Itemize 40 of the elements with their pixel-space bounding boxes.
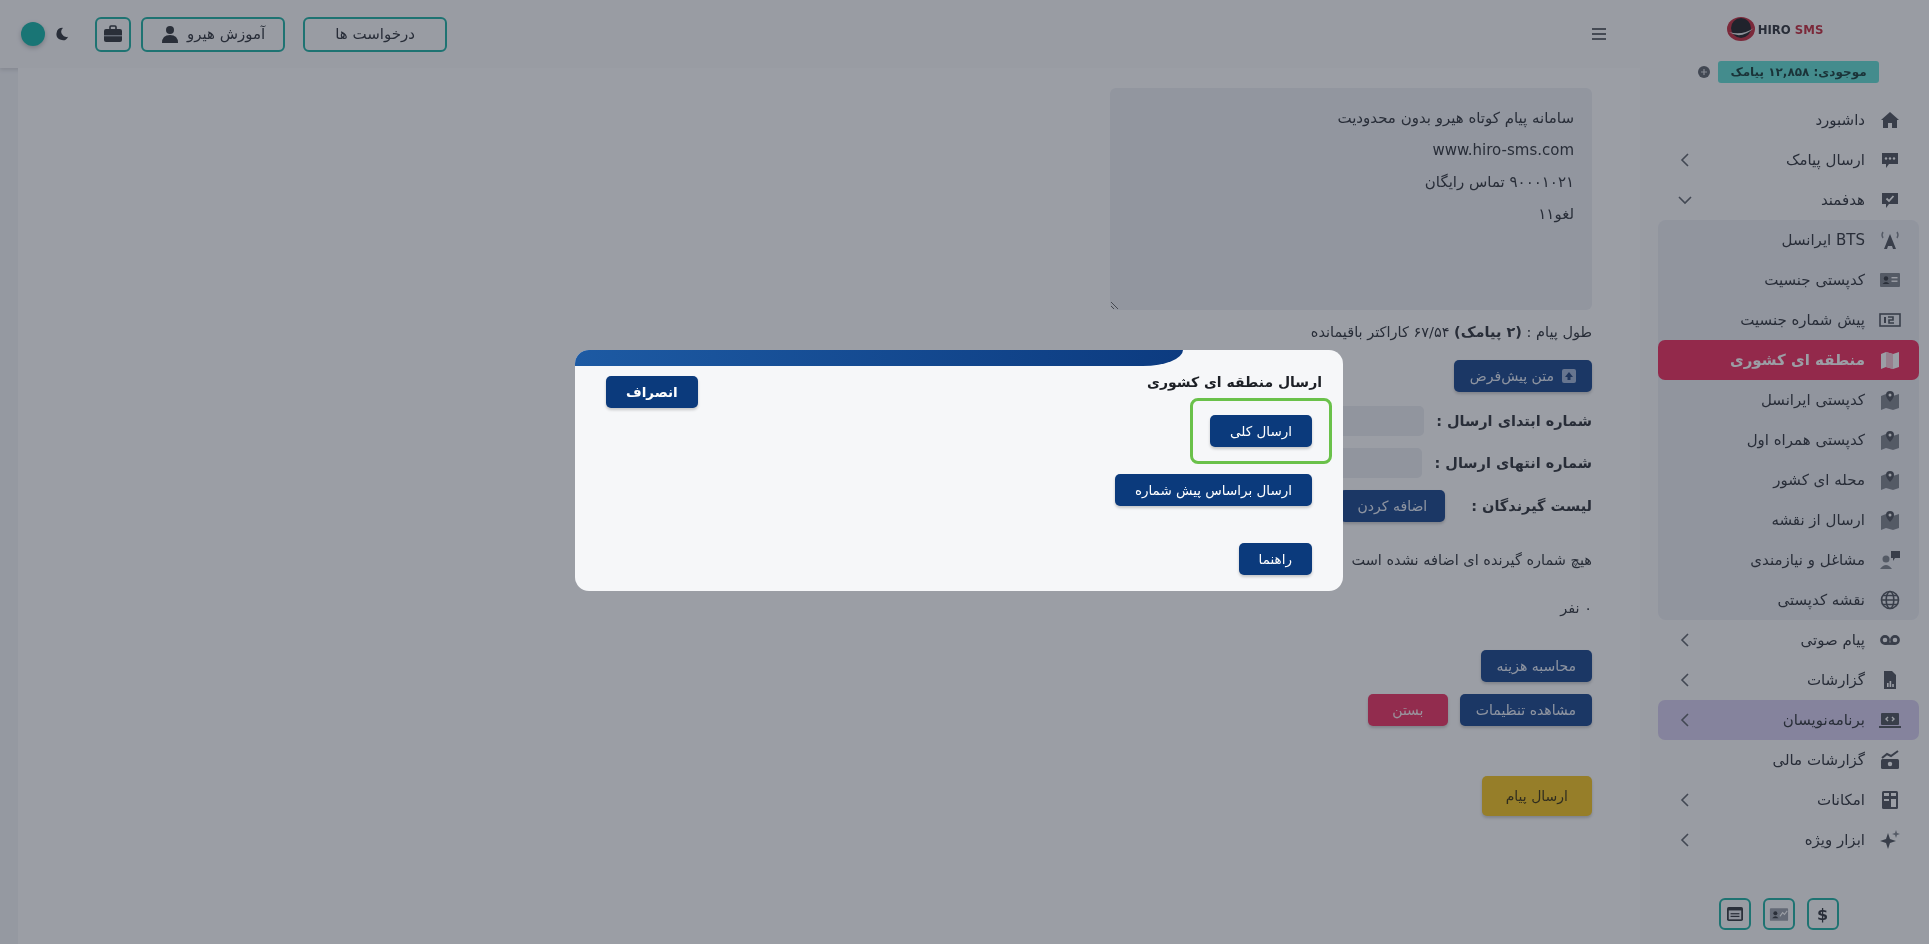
sidebar-item[interactable]: برنامه‌نویسان [1658,700,1919,740]
sidebar-item[interactable]: ابزار ویژه [1658,820,1919,860]
sidebar-item[interactable]: مشاغل و نیازمندی [1658,540,1919,580]
action-button[interactable]: محاسبه هزینه [1480,650,1592,682]
sidebar-item[interactable]: ارسال از نقشه [1658,500,1919,540]
sidebar-item[interactable]: گزارشات [1658,660,1919,700]
sidebar-item[interactable]: پیش شماره جنسیت [1658,300,1919,340]
recipient-count: ۰ نفر [1560,600,1592,616]
action-button[interactable]: مشاهده تنظیمات [1459,694,1592,726]
sidebar-item[interactable]: پیام صوتی [1658,620,1919,660]
sidebar-item[interactable]: کدپستی ایرانسل [1658,380,1919,420]
sidebar-item[interactable]: گزارشات مالی [1658,740,1919,780]
message-length-text: طول پیام : (۲ پیامک) ۶۷/۵۴ کاراکتر باقیمانده [1310,324,1592,340]
logo-text: HIRO SMS [1757,21,1824,37]
requests-button[interactable]: درخواست ها [303,16,447,52]
option-button[interactable]: ارسال کلی [1210,415,1312,447]
empty-recipients-text: هیچ شماره گیرنده ای اضافه نشده است [1351,552,1592,568]
field-label: شماره انتهای ارسال : [1434,455,1592,471]
tutorial-button[interactable]: آموزش هیرو [141,16,286,52]
sidebar-item[interactable]: نقشه کدپستی [1658,580,1919,620]
sidebar-item[interactable]: امکانات [1658,780,1919,820]
sidebar-item[interactable]: منطقه ای کشوری [1658,340,1919,380]
sidebar-item[interactable]: کدپستی همراه اول [1658,420,1919,460]
recipients-label: لیست گیرندگان : [1471,498,1592,514]
sidebar-item[interactable]: هدفمند [1658,180,1919,220]
modal-title: ارسال منطقه ای کشوری [1147,374,1322,390]
field-label: شماره ابتدای ارسال : [1436,413,1592,429]
sidebar-item[interactable]: کدپستی جنسیت [1658,260,1919,300]
sidebar-item[interactable]: ارسال پیامک [1658,140,1919,180]
sidebar-item[interactable]: BTS ایرانسل [1658,220,1919,260]
cancel-button[interactable]: انصراف [606,376,698,408]
dollar-button[interactable]: $ [1806,898,1839,930]
help-button[interactable]: راهنما [1238,543,1312,575]
balance-badge: موجودی: ۱۲,۸۵۸ پیامک [1718,61,1879,83]
sidebar-item[interactable]: داشبورد [1658,100,1919,140]
close-button[interactable]: بستن [1367,694,1448,726]
send-button[interactable]: ارسال پیام [1481,776,1592,816]
default-text-button[interactable]: متن پیش‌فرض [1453,360,1592,392]
sidebar-item[interactable]: محله ای کشور [1658,460,1919,500]
option-button[interactable]: ارسال براساس پیش شماره [1114,474,1312,506]
